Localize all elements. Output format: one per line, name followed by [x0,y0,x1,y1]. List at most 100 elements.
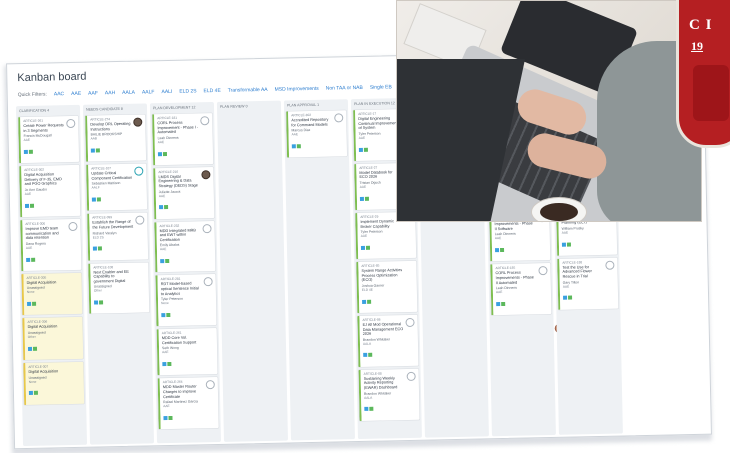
priority-icon [99,300,104,305]
quick-filter-link[interactable]: AALF [142,89,155,95]
issue-type-icon [92,246,97,251]
priority-icon [168,415,173,420]
quick-filter-link[interactable]: AAH [105,90,115,96]
issue-type-icon [23,149,28,154]
priority-icon [97,246,102,251]
priority-icon [500,248,505,253]
laptop-photo [396,0,702,222]
card-icons [163,407,216,426]
kanban-column: Clarification 4 ARTICLE-261 Create Power R… [15,104,427,447]
quick-filters-label: Quick Filters: [17,91,47,99]
kanban-card[interactable]: ARTICLE-232 MDD Integrated MRB and EWT wi… [154,220,216,273]
issue-type-icon [24,203,30,208]
shield-emblem-icon [693,65,729,121]
issue-type-icon [362,299,367,304]
assignee-avatar[interactable] [605,260,615,270]
quick-filter-link[interactable]: Single EB [370,84,392,90]
quick-filter-link[interactable]: Non TAA or NAB [326,85,363,92]
card-icons [496,293,549,312]
priority-icon [364,196,369,201]
card-icons [291,135,345,154]
card-title: MDD Core Vol. Certification Support [161,335,197,345]
quick-filter-link[interactable]: ELD 4E [203,88,220,94]
kanban-column: Plan Review 0 [216,100,288,442]
kanban-card[interactable]: ARTICLE-88 Sustaining Weekly Activity Rep… [358,368,420,421]
kanban-card[interactable]: ARTICLE-264 MDD Master Router Charges to … [157,377,219,430]
priority-icon [29,203,35,208]
issue-type-icon [561,242,566,247]
priority-icon [32,301,37,306]
issue-type-icon [358,147,363,152]
priority-icon [95,148,100,153]
kanban-card[interactable]: ARTICLE-281 RDT Model-based optical Sente… [155,274,217,327]
issue-type-icon [291,144,296,149]
quick-filter-link[interactable]: AAF [88,90,98,96]
issue-type-icon [27,301,32,307]
kanban-card[interactable]: ARTICLE-107 Update Critical Component Cer… [86,163,148,212]
shield-logo-year: 19 [691,39,703,53]
priority-icon [501,301,506,306]
issue-type-icon [26,257,31,262]
issue-type-icon [360,245,366,250]
card-icons [91,189,145,208]
issue-type-icon [90,148,95,153]
kanban-card[interactable]: ARTICLE-108 Next Enabler and EE Capabilit… [88,261,150,315]
priority-icon [96,197,101,202]
card-icons [160,250,213,269]
card-title: System Range Activities Process Optimiza… [361,268,403,283]
priority-icon [32,346,38,351]
priority-icon [28,149,33,154]
assignee-avatar[interactable] [405,317,415,327]
kanban-card[interactable]: ARTICLE-86 EJ All Mod Operational Data Ma… [357,314,419,367]
issue-type-icon [94,300,99,305]
quick-filter-link[interactable]: ELD 2S [179,88,196,94]
card-icons [28,382,82,401]
kanban-card[interactable]: ARTICLE-305 Digital Acquisition Unassigned… [21,272,83,316]
assignee-avatar[interactable] [201,169,211,180]
priority-icon [31,257,36,262]
card-icons [27,293,80,312]
kanban-card[interactable]: ARTICLE-181 CORL Process Improvement - Ph… [152,113,214,166]
kanban-card[interactable]: ARTICLE-274 Develop DRL Operating Instruc… [85,114,147,162]
card-icons [27,338,81,357]
quick-filter-link[interactable]: AALA [122,90,135,96]
kanban-card[interactable]: ARTICLE-306 Digital Acquisition Unassigned… [22,317,84,360]
issue-type-icon [364,407,369,412]
priority-icon [365,245,371,250]
kanban-card[interactable]: ARTICLE-302 Accredited Repository for Com… [286,110,348,158]
kanban-card[interactable]: ARTICLE-302 Digital Acquisition Delivery … [19,160,427,218]
issue-type-icon [563,295,568,301]
assignee-avatar[interactable] [68,221,78,232]
kanban-card[interactable]: ARTICLE-099 Establish the Range of the Fu… [87,212,149,261]
card-icons [157,143,211,162]
quick-filter-link[interactable]: AAC [54,91,64,97]
assignee-avatar[interactable] [406,371,416,381]
kanban-card[interactable]: ARTICLE-188 Test the Use for Advanced Flo… [557,257,619,310]
kanban-card[interactable]: ARTICLE-300 Improve EMD team communicatio… [20,218,82,271]
quick-filter-link[interactable]: AALI [161,89,172,95]
marketing-collage: Kanban board Quick Filters: AAC AAE AAF AAH… [0,0,730,453]
kanban-card[interactable]: ARTICLE-216 LMDS Digital Engineering & Da… [153,166,215,219]
quick-filter-link[interactable]: MSD Improvements [275,86,319,93]
priority-icon [33,391,38,396]
priority-icon [296,144,301,149]
priority-icon [369,407,374,412]
kanban-column: Needs Candidate 8 ARTICLE-274 Develop DRL … [82,103,155,445]
quick-filter-link[interactable]: Transformable AA [228,87,268,94]
issue-type-icon [495,248,500,253]
kanban-card[interactable]: ARTICLE-185 CORL Process Improvements - P… [490,263,552,316]
card-icons [23,141,77,160]
issue-type-icon [160,259,165,264]
kanban-card[interactable]: ARTICLE-261 MDD Core Vol. Certification S… [156,323,564,376]
priority-icon [566,242,571,247]
quick-filter-link[interactable]: AAE [71,91,81,97]
card-icons [94,292,147,311]
kanban-card[interactable]: ARTICLE-261 Create Power Requests in 3 Se… [18,115,80,164]
kanban-column: Plan Approval 1 ARTICLE-302 Accredited Rep… [283,99,355,441]
kanban-card[interactable]: ARTICLE-307 Digital Acquisition Unassigned… [23,361,85,405]
kanban-card[interactable]: ARTICLE-85 System Range Activities Proces… [356,260,418,313]
card-icons [159,197,212,216]
assignee-avatar[interactable] [202,223,212,233]
column-header: Plan Review 0 [219,104,248,109]
issue-type-icon [359,196,364,201]
